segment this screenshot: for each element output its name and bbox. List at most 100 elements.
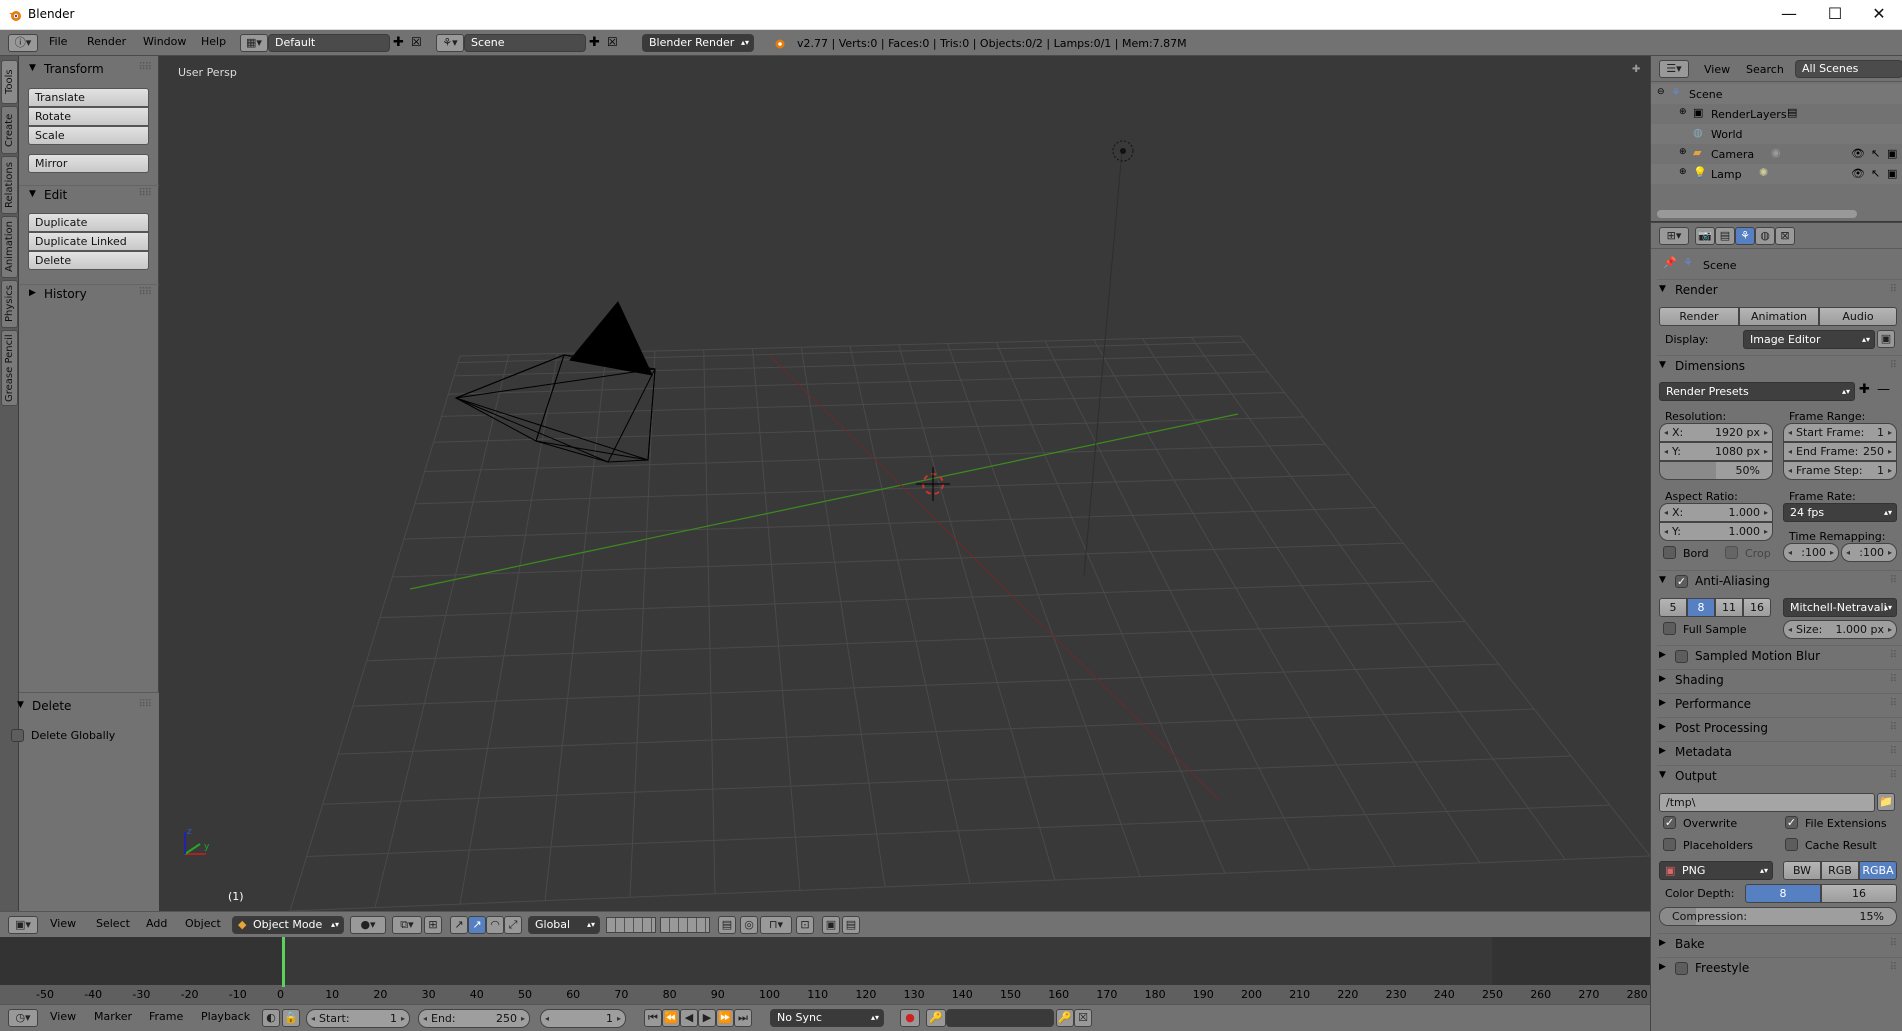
color-depth-16[interactable]: 16 [1821,884,1897,903]
frame-rate-select[interactable]: 24 fps ▴▾ [1783,503,1897,522]
file-format-select[interactable]: ▣ PNG ▴▾ [1659,861,1773,880]
add-scene-icon[interactable]: ✚ [589,35,600,50]
start-frame-field[interactable]: ◂ Start: 1 ▸ [306,1009,410,1028]
lock-range-icon[interactable]: 🔒 [282,1009,300,1027]
snap-icon[interactable]: ⊓▾ [760,916,792,934]
resolution-percentage-slider[interactable]: 50% [1659,461,1773,480]
viewport-shading-icon[interactable]: ●▾ [350,916,386,934]
collapse-icon[interactable]: ⊖ [1657,87,1665,97]
color-mode-bw[interactable]: BW [1783,861,1821,880]
jump-keyframe-back-icon[interactable]: ⏪ [662,1009,680,1027]
panel-transform-header[interactable]: ▼ Transform ⠿⠿ [19,60,159,80]
screen-layout-icon[interactable]: ▦▾ [240,34,268,52]
outliner-row-renderlayers[interactable]: ⊕ ▣ RenderLayers ▤ [1651,104,1902,124]
render-button[interactable]: Render [1659,307,1739,326]
jump-start-icon[interactable]: ⏮ [644,1009,662,1027]
panel-freestyle-header[interactable]: ▶ Freestyle ⠿ [1657,957,1902,979]
menu-render[interactable]: Render [87,35,126,48]
rotate-manipulator-icon[interactable]: ◠ [486,916,504,934]
translate-button[interactable]: Translate [28,88,149,107]
remap-new-field[interactable]: ◂:100 ▸ [1841,543,1897,562]
output-path-field[interactable]: /tmp\ [1659,793,1875,812]
mode-select[interactable]: ◆ Object Mode ▴▾ [232,916,344,934]
menu-window[interactable]: Window [143,35,186,48]
tab-tools[interactable]: Tools [1,60,18,104]
aspect-x-field[interactable]: ◂ X: 1.000 ▸ [1659,503,1773,522]
delete-globally-checkbox[interactable] [11,729,24,742]
scene-field[interactable]: Scene [464,34,586,52]
audio-button[interactable]: Audio [1819,307,1897,326]
menu-playback[interactable]: Playback [201,1010,250,1023]
pivot-point-icon[interactable]: ⧉▾ [392,916,422,934]
duplicate-linked-button[interactable]: Duplicate Linked [28,232,149,251]
camera-object[interactable] [454,301,656,463]
tab-relations[interactable]: Relations [1,156,18,214]
scene-tab-icon[interactable]: ⚘ [1735,227,1755,245]
insert-keyframe-icon[interactable]: 🔑 [1056,1009,1074,1027]
opengl-animation-icon[interactable]: ▤ [842,916,860,934]
end-frame-field[interactable]: ◂ End: 250 ▸ [418,1009,530,1028]
color-mode-rgba[interactable]: RGBA [1859,861,1897,880]
renderable-camera-icon[interactable]: ▣ [1887,167,1897,180]
aa-filter-select[interactable]: Mitchell-Netravali ▴▾ [1783,598,1897,617]
world-tab-icon[interactable]: ◍ [1755,227,1775,245]
panel-output-header[interactable]: ▼ Output ⠿ [1657,765,1902,787]
editor-type-3dview-icon[interactable]: ▣▾ [8,916,38,934]
panel-render-header[interactable]: ▼ Render ⠿ [1657,279,1902,301]
record-icon[interactable]: ● [900,1009,920,1027]
close-button[interactable]: ✕ [1856,0,1902,30]
move-manipulator-icon[interactable]: ↗ [468,916,486,934]
anti-aliasing-checkbox[interactable]: ✓ [1675,575,1688,588]
color-depth-8[interactable]: 8 [1745,884,1821,903]
menu-timeline-view[interactable]: View [50,1010,76,1023]
editor-type-timeline-icon[interactable]: ◷▾ [8,1009,38,1027]
tab-grease-pencil[interactable]: Grease Pencil [1,330,18,406]
motion-blur-checkbox[interactable] [1675,650,1688,663]
panel-history-header[interactable]: ▶ History ⠿⠿ [19,284,159,304]
menu-outliner-view[interactable]: View [1704,63,1730,76]
outliner-row-scene[interactable]: ⊖ ⚘ Scene [1651,84,1902,104]
lamp-object[interactable] [1112,140,1134,162]
3d-cursor[interactable] [916,467,950,501]
renderlayers-tab-icon[interactable]: ▤ [1715,227,1735,245]
tab-create[interactable]: Create [1,106,18,154]
jump-keyframe-forward-icon[interactable]: ⏩ [716,1009,734,1027]
cache-result-checkbox[interactable] [1785,838,1798,851]
panel-anti-aliasing-header[interactable]: ▼ ✓ Anti-Aliasing ⠿ [1657,570,1902,592]
panel-shading-header[interactable]: ▶ Shading ⠿ [1657,669,1902,691]
scale-button[interactable]: Scale [28,126,149,145]
panel-performance-header[interactable]: ▶ Performance ⠿ [1657,693,1902,715]
play-icon[interactable]: ▶ [698,1009,716,1027]
menu-outliner-search[interactable]: Search [1746,63,1784,76]
screen-layout-field[interactable]: Default [268,34,390,52]
menu-object[interactable]: Object [185,917,221,930]
delete-scene-icon[interactable]: ☒ [607,35,618,49]
tab-physics[interactable]: Physics [1,280,18,328]
panel-bake-header[interactable]: ▶ Bake ⠿ [1657,933,1902,955]
menu-select[interactable]: Select [96,917,130,930]
panel-dimensions-header[interactable]: ▼ Dimensions ⠿ [1657,355,1902,377]
selectable-arrow-icon[interactable]: ↖ [1871,167,1880,180]
mirror-button[interactable]: Mirror [28,154,149,173]
overwrite-checkbox[interactable]: ✓ [1663,816,1676,829]
aa-samples-16[interactable]: 16 [1743,598,1771,617]
pin-icon[interactable]: 📌 [1663,256,1677,269]
editor-type-info-icon[interactable]: ⓘ▾ [8,34,38,52]
remove-preset-icon[interactable]: — [1877,382,1890,397]
tab-animation[interactable]: Animation [1,216,18,278]
visibility-eye-icon[interactable]: 👁 [1851,167,1865,180]
aa-samples-8[interactable]: 8 [1687,598,1715,617]
panel-post-processing-header[interactable]: ▶ Post Processing ⠿ [1657,717,1902,739]
aspect-y-field[interactable]: ◂ Y: 1.000 ▸ [1659,522,1773,541]
remap-old-field[interactable]: ◂:100 ▸ [1783,543,1839,562]
end-frame-prop-field[interactable]: ◂ End Frame: 250 ▸ [1783,442,1897,461]
snap-target-icon[interactable]: ⊡ [796,916,814,934]
keying-set-field[interactable] [946,1009,1054,1027]
render-view-icon[interactable]: ▣ [1877,330,1895,348]
visibility-eye-icon[interactable]: 👁 [1851,147,1865,160]
editor-type-outliner-icon[interactable]: ☰▾ [1659,60,1689,78]
layer-buttons-b[interactable] [660,917,710,933]
animation-button[interactable]: Animation [1739,307,1819,326]
menu-view[interactable]: View [50,917,76,930]
proportional-edit-icon[interactable]: ◎ [740,916,758,934]
